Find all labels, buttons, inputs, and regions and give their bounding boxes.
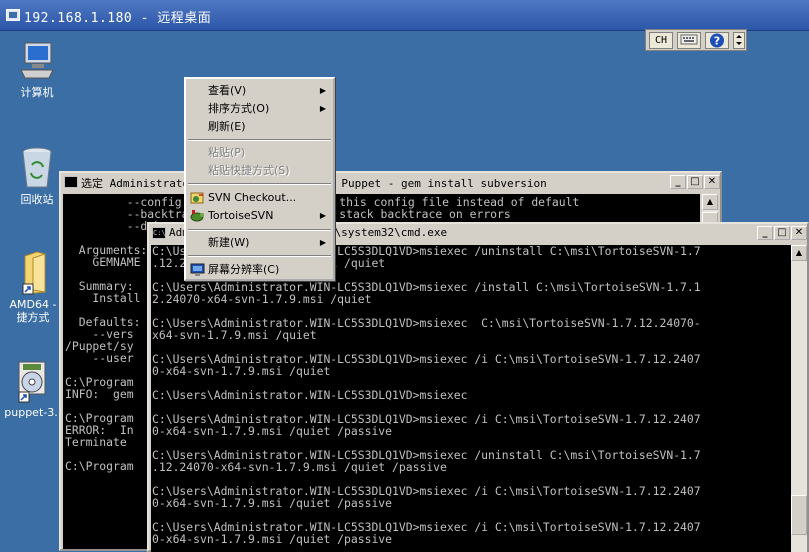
menu-item-svn-checkout[interactable]: SVN Checkout... [188,189,331,207]
console-app-icon [64,176,78,188]
svg-text:?: ? [714,35,720,48]
desktop-icon-amd64-shortcut[interactable]: AMD64 - 捷方式 [0,250,68,324]
menu-item-view[interactable]: 查看(V) ▶ [188,82,331,100]
console-app-icon: C:\ [152,227,166,239]
console-line: 2.24070-x64-svn-1.7.9.msi /quiet [152,292,372,306]
menu-item-paste[interactable]: 粘贴(P) [188,144,331,162]
close-button[interactable]: ✕ [791,226,807,240]
language-button[interactable]: CH [649,32,673,49]
maximize-button[interactable]: □ [774,226,790,240]
minimize-button[interactable]: _ [670,175,686,189]
console-line: 0-x64-svn-1.7.9.msi /quiet /passive [152,424,393,438]
back-window-titlebar[interactable]: 选定 Administrator: Command Prompt with Pu… [61,173,720,192]
minimize-button[interactable]: _ [757,226,773,240]
front-window-scrollbar[interactable]: ▲ [791,245,807,552]
menu-item-sort-by[interactable]: 排序方式(O) ▶ [188,100,331,118]
desktop-icon-computer[interactable]: 计算机 [2,40,72,99]
menu-separator [188,255,331,257]
computer-icon [20,42,54,79]
language-bar: CH ? [645,29,747,51]
remote-desktop-icon [6,9,20,21]
submenu-arrow-icon: ▶ [319,211,326,220]
help-icon[interactable]: ? [705,32,729,49]
menu-item-screen-resolution[interactable]: 屏幕分辨率(C) [188,261,331,279]
svn-checkout-icon [190,192,204,204]
language-bar-options-button[interactable] [733,32,745,49]
screen-resolution-icon [190,263,205,276]
console-line: .12.24070-x64-svn-1.7.9.msi /quiet /pass… [152,460,447,474]
console-line: C:\Users\Administrator.WIN-LC5S3DLQ1VD>m… [152,388,468,402]
console-line: 0-x64-svn-1.7.9.msi /quiet /passive [152,496,393,510]
desktop-icon-puppet-installer[interactable]: puppet-3. [0,358,66,419]
front-console-output: C:\Users\Administrator.WIN-LC5S3DLQ1VD>m… [151,245,791,552]
close-button[interactable]: ✕ [704,175,720,189]
menu-separator [188,183,331,185]
console-line: 0-x64-svn-1.7.9.msi /quiet [152,364,331,378]
remote-desktop-title: 192.168.1.180 - 远程桌面 [24,11,212,26]
menu-separator [188,229,331,231]
folder-shortcut-icon [22,251,46,295]
installer-icon [18,361,46,403]
console-line: x64-svn-1.7.9.msi /quiet [152,328,317,342]
remote-desktop-bar: 192.168.1.180 - 远程桌面 [0,0,809,31]
maximize-button[interactable]: □ [687,175,703,189]
menu-item-refresh[interactable]: 刷新(E) [188,118,331,136]
menu-separator [188,139,331,141]
scroll-thumb[interactable] [791,495,807,535]
menu-item-new[interactable]: 新建(W) ▶ [188,234,331,252]
submenu-arrow-icon: ▶ [319,104,326,113]
submenu-arrow-icon: ▶ [319,238,326,247]
recycle-bin-icon [22,147,52,188]
tortoisesvn-icon [190,210,204,222]
menu-item-paste-shortcut[interactable]: 粘贴快捷方式(S) [188,162,331,180]
keyboard-icon[interactable] [677,32,701,49]
scroll-up-icon[interactable]: ▲ [791,245,807,261]
console-line: 0-x64-svn-1.7.9.msi /quiet /passive [152,532,393,546]
menu-item-tortoisesvn[interactable]: TortoiseSVN ▶ [188,207,331,225]
desktop-context-menu: 查看(V) ▶ 排序方式(O) ▶ 刷新(E) 粘贴(P) 粘贴快捷方式(S) SV… [184,77,335,281]
scroll-up-icon[interactable]: ▲ [702,194,718,210]
submenu-arrow-icon: ▶ [319,86,326,95]
